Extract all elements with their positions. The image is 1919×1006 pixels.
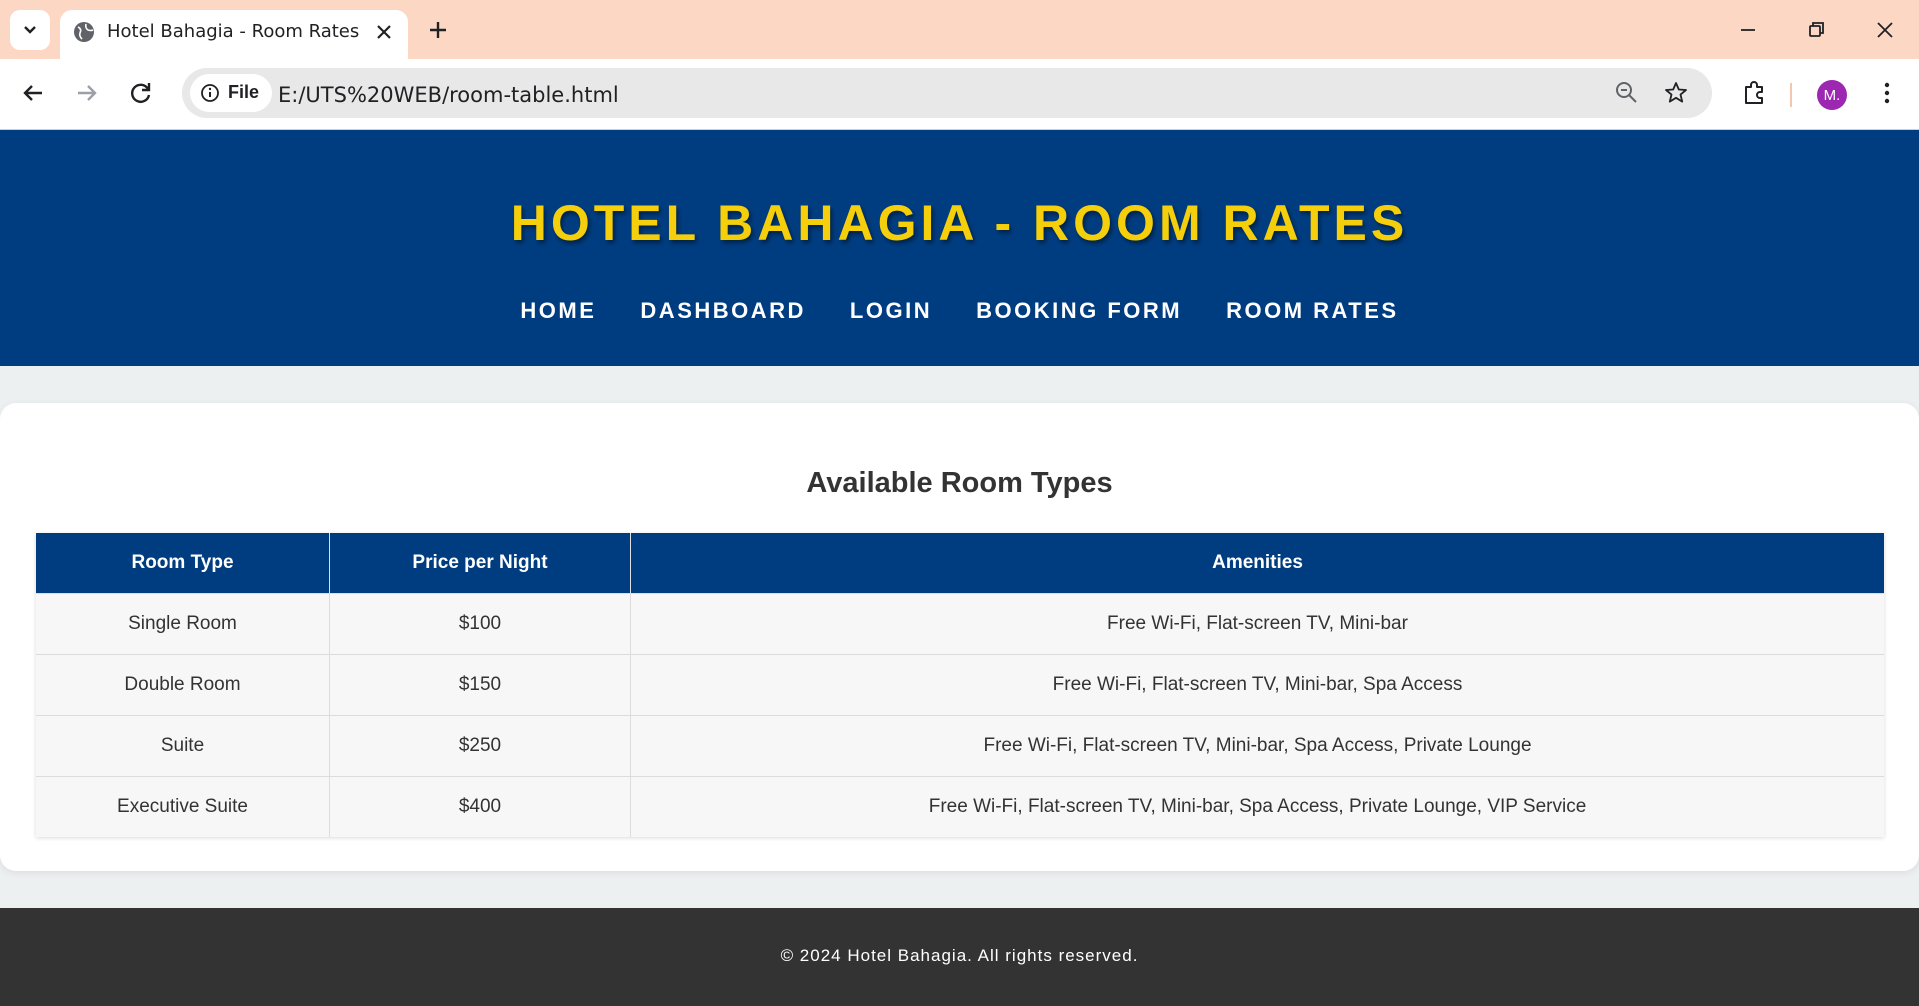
info-icon (201, 84, 219, 102)
tab-search-button[interactable] (10, 10, 50, 50)
section-heading: Available Room Types (806, 467, 1113, 499)
tab-strip: Hotel Bahagia - Room Rates (0, 0, 1919, 59)
column-header-amenities: Amenities (630, 533, 1884, 594)
column-header-room-type: Room Type (36, 533, 330, 594)
column-header-price: Price per Night (329, 533, 631, 594)
price-cell: $250 (329, 715, 631, 777)
room-rates-card: Available Room Types Room Type Price per… (0, 403, 1919, 871)
close-icon[interactable] (372, 20, 396, 44)
table-row: Single Room $100 Free Wi-Fi, Flat-screen… (36, 593, 1884, 655)
table-row: Suite $250 Free Wi-Fi, Flat-screen TV, M… (36, 715, 1884, 777)
table-header-row: Room Type Price per Night Amenities (36, 533, 1884, 594)
forward-icon[interactable] (71, 77, 103, 109)
restore-icon[interactable] (1800, 14, 1832, 46)
nav-link-room-rates[interactable]: ROOM RATES (1226, 298, 1398, 324)
address-bar[interactable]: File E:/UTS%20WEB/room-table.html (182, 68, 1712, 118)
avatar[interactable]: M. (1817, 80, 1847, 110)
browser-tab[interactable]: Hotel Bahagia - Room Rates (60, 10, 408, 59)
plus-icon[interactable] (424, 16, 452, 44)
site-header: HOTEL BAHAGIA - ROOM RATES HOME DASHBOAR… (0, 130, 1919, 366)
table-row: Executive Suite $400 Free Wi-Fi, Flat-sc… (36, 776, 1884, 837)
reload-icon[interactable] (125, 77, 157, 109)
file-chip[interactable]: File (190, 74, 272, 112)
minimize-icon[interactable] (1732, 14, 1764, 46)
table-row: Double Room $150 Free Wi-Fi, Flat-screen… (36, 654, 1884, 716)
menu-icon[interactable] (1871, 77, 1903, 109)
price-cell: $100 (329, 593, 631, 655)
amenities-cell: Free Wi-Fi, Flat-screen TV, Mini-bar, Sp… (630, 776, 1884, 837)
price-cell: $400 (329, 776, 631, 837)
price-cell: $150 (329, 654, 631, 716)
back-icon[interactable] (17, 77, 49, 109)
star-icon[interactable] (1662, 79, 1690, 107)
room-type-cell: Suite (36, 715, 330, 777)
close-window-icon[interactable] (1869, 14, 1901, 46)
amenities-cell: Free Wi-Fi, Flat-screen TV, Mini-bar, Sp… (630, 654, 1884, 716)
amenities-cell: Free Wi-Fi, Flat-screen TV, Mini-bar, Sp… (630, 715, 1884, 777)
file-label: File (228, 82, 260, 102)
nav-link-home[interactable]: HOME (520, 298, 596, 324)
toolbar-divider (1790, 83, 1792, 107)
footer-copyright: © 2024 Hotel Bahagia. All rights reserve… (780, 946, 1139, 965)
extensions-icon[interactable] (1738, 77, 1770, 109)
room-type-cell: Double Room (36, 654, 330, 716)
tab-title: Hotel Bahagia - Room Rates (107, 21, 360, 42)
globe-icon (74, 22, 94, 42)
nav-link-login[interactable]: LOGIN (850, 298, 932, 324)
zoom-icon[interactable] (1613, 79, 1641, 107)
chevron-down-icon (24, 26, 36, 34)
page-title: HOTEL BAHAGIA - ROOM RATES (510, 195, 1409, 251)
main-nav: HOME DASHBOARD LOGIN BOOKING FORM ROOM R… (0, 298, 1919, 324)
browser-toolbar: File E:/UTS%20WEB/room-table.html M. (0, 59, 1919, 130)
room-rates-table: Room Type Price per Night Amenities Sing… (36, 533, 1884, 837)
nav-link-dashboard[interactable]: DASHBOARD (640, 298, 806, 324)
room-type-cell: Executive Suite (36, 776, 330, 837)
url-text[interactable]: E:/UTS%20WEB/room-table.html (278, 83, 619, 107)
amenities-cell: Free Wi-Fi, Flat-screen TV, Mini-bar (630, 593, 1884, 655)
room-type-cell: Single Room (36, 593, 330, 655)
site-footer: © 2024 Hotel Bahagia. All rights reserve… (0, 908, 1919, 1006)
nav-link-booking-form[interactable]: BOOKING FORM (976, 298, 1182, 324)
page-content: HOTEL BAHAGIA - ROOM RATES HOME DASHBOAR… (0, 130, 1919, 1006)
